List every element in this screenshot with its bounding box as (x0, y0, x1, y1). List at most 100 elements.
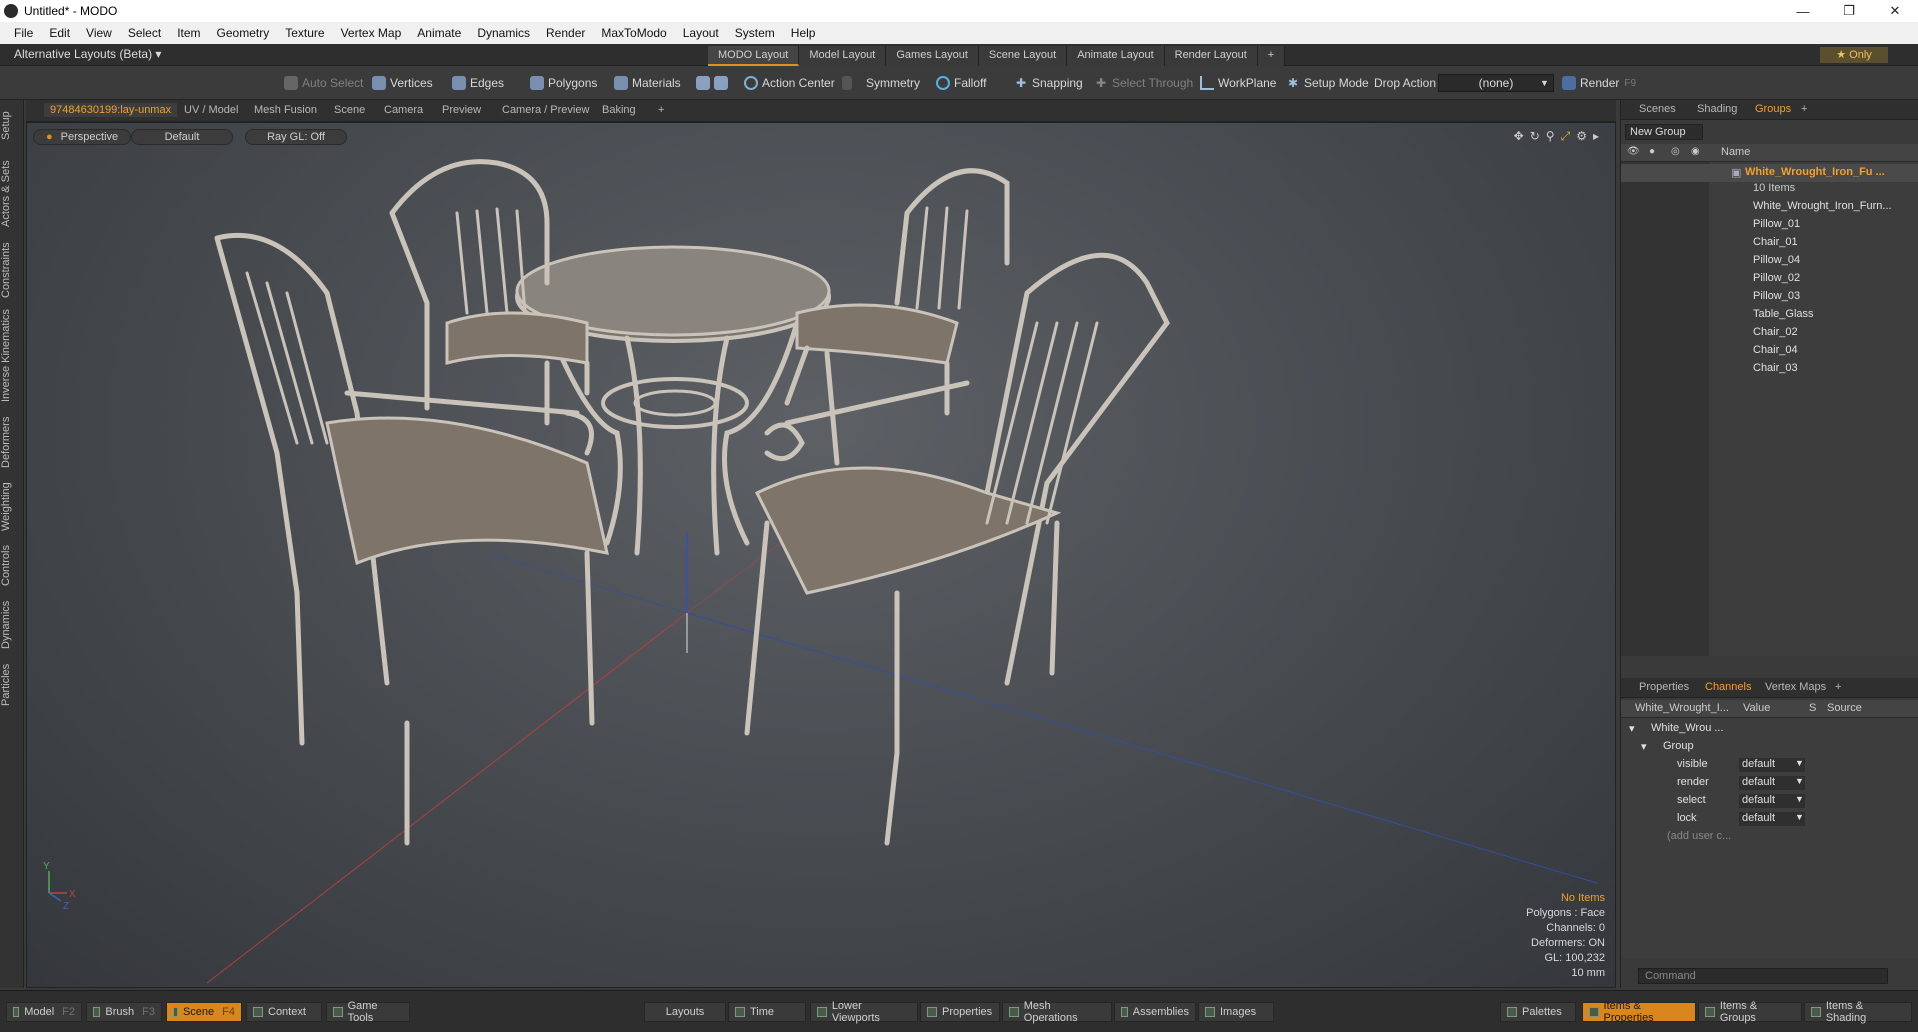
scene-button[interactable]: Scene F4 (166, 1002, 242, 1022)
tree-item-pillow-03[interactable]: Pillow_03 (1621, 288, 1918, 306)
add-layout-button[interactable]: + (1257, 46, 1286, 66)
tree-item-pillow-04[interactable]: Pillow_04 (1621, 252, 1918, 270)
minimize-icon[interactable]: — (1780, 0, 1826, 22)
menu-dynamics[interactable]: Dynamics (469, 26, 538, 40)
channel-group-row[interactable]: ▾ Group (1621, 738, 1918, 756)
dropdown-arrow-icon[interactable]: ▼ (1795, 758, 1804, 768)
menu-texture[interactable]: Texture (277, 26, 332, 40)
items-groups-button[interactable]: Items & Groups (1698, 1000, 1802, 1024)
items-shading-button[interactable]: Items & Shading (1804, 1000, 1912, 1024)
menu-geometry[interactable]: Geometry (209, 26, 278, 40)
menu-vertex-map[interactable]: Vertex Map (333, 26, 410, 40)
shield-tool-button[interactable] (696, 73, 732, 93)
tab-scene-layout[interactable]: Scene Layout (978, 46, 1068, 66)
tab-weighting[interactable]: Weighting (0, 480, 24, 534)
palettes-button[interactable]: Palettes (1500, 1002, 1576, 1022)
menu-help[interactable]: Help (783, 26, 824, 40)
lower-viewports-button[interactable]: Lower Viewports (810, 1000, 918, 1024)
tree-item-chair-03[interactable]: Chair_03 (1621, 360, 1918, 378)
vertices-button[interactable]: Vertices (372, 73, 433, 93)
tab-animate-layout[interactable]: Animate Layout (1067, 46, 1165, 66)
polygons-button[interactable]: Polygons (530, 73, 597, 93)
tab-baking[interactable]: Baking (596, 103, 642, 117)
tab-render-layout[interactable]: Render Layout (1164, 46, 1258, 66)
tab-games-layout[interactable]: Games Layout (886, 46, 979, 66)
tab-channels[interactable]: Channels (1705, 681, 1751, 693)
tab-properties[interactable]: Properties (1639, 681, 1689, 693)
game-tools-button[interactable]: Game Tools (326, 1000, 410, 1024)
workplane-button[interactable]: WorkPlane (1200, 73, 1276, 93)
tab-viewport-main[interactable]: 97484630199:lay-unmax (44, 103, 178, 117)
3d-viewport[interactable]: ● Perspective Default Ray GL: Off ✥ ↻ ⚲ ⤢… (26, 122, 1616, 988)
auto-select-button[interactable]: Auto Select (284, 73, 363, 93)
tab-particles[interactable]: Particles (0, 660, 24, 710)
add-user-channel-row[interactable]: (add user c... (1621, 828, 1918, 846)
tab-uv-model[interactable]: UV / Model (178, 103, 244, 117)
alternative-layouts-dropdown[interactable]: Alternative Layouts (Beta) ▾ (14, 47, 161, 61)
tab-vertex-maps[interactable]: Vertex Maps (1765, 681, 1826, 693)
channel-root-row[interactable]: ▾ White_Wrou ... (1621, 720, 1918, 738)
tab-actors-sets[interactable]: Actors & Sets (0, 158, 24, 230)
add-tab-button[interactable]: + (652, 103, 670, 117)
tab-shading[interactable]: Shading (1697, 103, 1737, 115)
layouts-button[interactable]: Layouts (644, 1002, 726, 1022)
snapping-button[interactable]: ✚ Snapping (1014, 73, 1083, 93)
tree-item-pillow-01[interactable]: Pillow_01 (1621, 216, 1918, 234)
time-button[interactable]: Time (728, 1002, 806, 1022)
restore-icon[interactable]: ❐ (1826, 0, 1872, 22)
channel-row-render[interactable]: render default ▼ (1621, 774, 1918, 792)
tab-dynamics[interactable]: Dynamics (0, 598, 24, 652)
channel-row-lock[interactable]: lock default ▼ (1621, 810, 1918, 828)
tab-model-layout[interactable]: Model Layout (799, 46, 887, 66)
assemblies-button[interactable]: Assemblies (1114, 1002, 1196, 1022)
dropdown-arrow-icon[interactable]: ▼ (1795, 812, 1804, 822)
symmetry-button[interactable]: Symmetry (842, 73, 920, 93)
tree-item-chair-01[interactable]: Chair_01 (1621, 234, 1918, 252)
tab-modo-layout[interactable]: MODO Layout (708, 46, 800, 66)
add-panel-tab-button[interactable]: + (1801, 103, 1807, 115)
menu-animate[interactable]: Animate (409, 26, 469, 40)
tab-preview[interactable]: Preview (436, 103, 487, 117)
close-icon[interactable]: ✕ (1872, 0, 1918, 22)
tree-item-pillow-02[interactable]: Pillow_02 (1621, 270, 1918, 288)
brush-button[interactable]: Brush F3 (86, 1002, 162, 1022)
tab-mesh-fusion[interactable]: Mesh Fusion (248, 103, 323, 117)
dropdown-arrow-icon[interactable]: ▼ (1795, 794, 1804, 804)
tab-scene[interactable]: Scene (328, 103, 371, 117)
only-button[interactable]: ★ Only (1820, 47, 1888, 63)
mesh-operations-button[interactable]: Mesh Operations (1002, 1000, 1112, 1024)
falloff-button[interactable]: Falloff (936, 73, 986, 93)
tab-constraints[interactable]: Constraints (0, 240, 24, 300)
context-button[interactable]: Context (246, 1002, 322, 1022)
materials-button[interactable]: Materials (614, 73, 681, 93)
tab-deformers[interactable]: Deformers (0, 414, 24, 470)
menu-layout[interactable]: Layout (675, 26, 727, 40)
tab-camera-preview[interactable]: Camera / Preview (496, 103, 595, 117)
new-group-button[interactable]: New Group (1625, 124, 1703, 140)
render-button[interactable]: Render F9 (1562, 73, 1636, 93)
expand-icon[interactable]: ▾ (1641, 740, 1647, 753)
images-button[interactable]: Images (1198, 1002, 1274, 1022)
menu-select[interactable]: Select (120, 26, 169, 40)
items-properties-button[interactable]: Items & Properties (1582, 1000, 1696, 1024)
channel-row-select[interactable]: select default ▼ (1621, 792, 1918, 810)
tab-inverse-kinematics[interactable]: Inverse Kinematics (0, 308, 24, 404)
command-input[interactable]: Command (1638, 968, 1888, 984)
select-through-button[interactable]: ✚ Select Through (1094, 73, 1193, 93)
menu-file[interactable]: File (6, 26, 41, 40)
menu-edit[interactable]: Edit (41, 26, 78, 40)
setup-mode-button[interactable]: ✱ Setup Mode (1286, 73, 1369, 93)
menu-maxtomodo[interactable]: MaxToModo (593, 26, 674, 40)
menu-system[interactable]: System (727, 26, 783, 40)
menu-render[interactable]: Render (538, 26, 593, 40)
expand-icon[interactable]: ▾ (1629, 722, 1635, 735)
tab-scenes[interactable]: Scenes (1639, 103, 1676, 115)
tab-controls[interactable]: Controls (0, 542, 24, 590)
tab-groups[interactable]: Groups (1755, 103, 1791, 115)
properties-button[interactable]: Properties (920, 1002, 1000, 1022)
action-center-button[interactable]: Action Center (744, 73, 835, 93)
menu-view[interactable]: View (78, 26, 120, 40)
add-bottom-tab-button[interactable]: + (1835, 681, 1841, 693)
tree-item-chair-04[interactable]: Chair_04 (1621, 342, 1918, 360)
tree-item-locator[interactable]: White_Wrought_Iron_Furn... (1621, 198, 1918, 216)
